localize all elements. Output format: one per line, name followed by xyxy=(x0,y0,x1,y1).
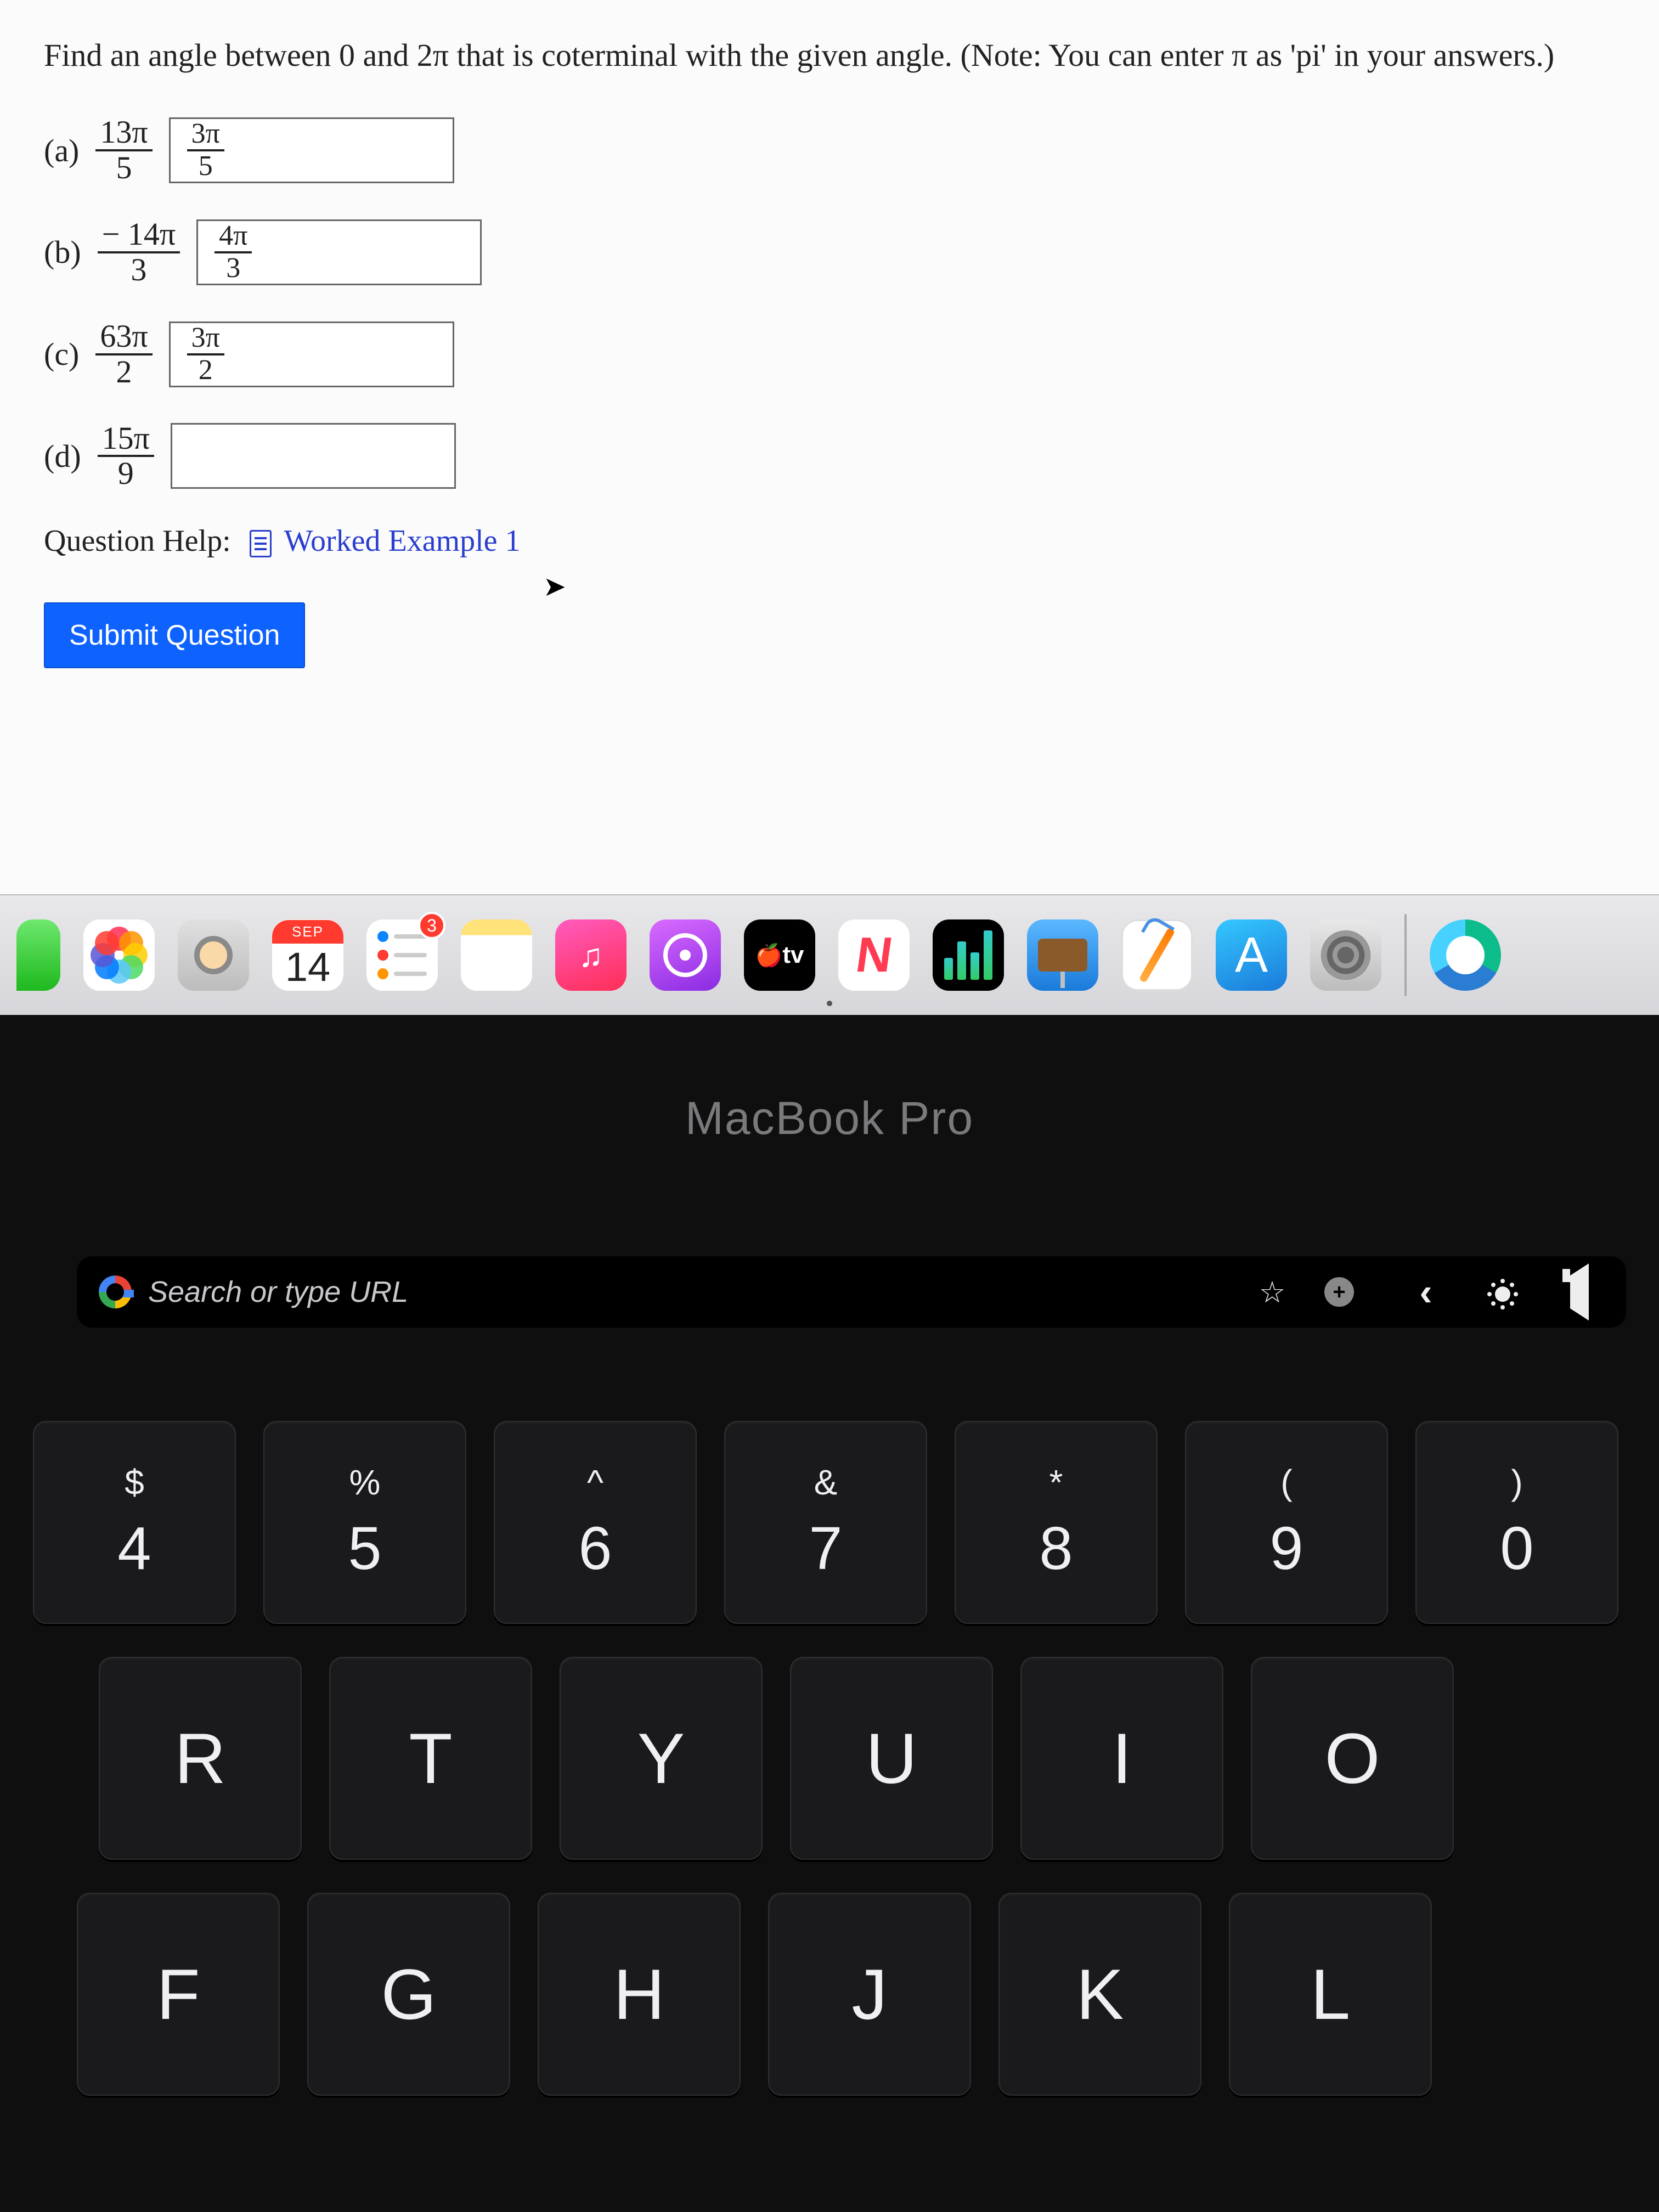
edge-browser-icon[interactable] xyxy=(1430,919,1501,991)
answer-input-a[interactable]: 3π 5 xyxy=(169,117,454,183)
key-t[interactable]: T xyxy=(329,1657,532,1860)
answer-fraction-c: 3π 2 xyxy=(187,323,224,385)
key-j[interactable]: J xyxy=(768,1893,971,2096)
podcasts-icon[interactable] xyxy=(650,919,721,991)
touchbar-search[interactable]: Search or type URL xyxy=(99,1275,1220,1309)
question-prompt: Find an angle between 0 and 2π that is c… xyxy=(44,33,1615,77)
part-label-d: (d) xyxy=(44,438,81,475)
key-y[interactable]: Y xyxy=(560,1657,763,1860)
calendar-month: SEP xyxy=(272,920,343,944)
keynote-icon[interactable] xyxy=(1027,919,1098,991)
cursor-icon: ➤ xyxy=(543,571,566,602)
brightness-icon[interactable] xyxy=(1478,1275,1527,1309)
part-b: (b) − 14π 3 4π 3 xyxy=(44,218,1615,287)
key-5[interactable]: %5 xyxy=(263,1421,466,1624)
macos-dock: SEP 14 3 ♫ 🍎tv N A xyxy=(0,894,1659,1015)
key-f[interactable]: F xyxy=(77,1893,280,2096)
facetime-icon[interactable] xyxy=(16,919,60,991)
browser-content: Find an angle between 0 and 2π that is c… xyxy=(0,0,1659,894)
answer-input-c[interactable]: 3π 2 xyxy=(169,321,454,387)
key-6[interactable]: ^6 xyxy=(494,1421,697,1624)
macbook-pro-label: MacBook Pro xyxy=(0,1092,1659,1145)
question-help-row: Question Help: Worked Example 1 xyxy=(44,523,1615,558)
pages-icon[interactable] xyxy=(1121,919,1193,991)
star-icon[interactable]: ☆ xyxy=(1248,1275,1297,1310)
given-fraction-d: 15π 9 xyxy=(98,422,154,491)
submit-button[interactable]: Submit Question xyxy=(44,602,305,668)
app-store-icon[interactable]: A xyxy=(1216,919,1287,991)
part-a: (a) 13π 5 3π 5 xyxy=(44,116,1615,185)
key-i[interactable]: I xyxy=(1020,1657,1223,1860)
key-u[interactable]: U xyxy=(790,1657,993,1860)
apple-logo-icon: 🍎 xyxy=(755,943,783,968)
gear-icon xyxy=(1321,930,1370,980)
touchbar-search-placeholder: Search or type URL xyxy=(148,1275,408,1309)
given-fraction-b: − 14π 3 xyxy=(98,218,180,287)
answer-input-b[interactable]: 4π 3 xyxy=(196,219,482,285)
system-preferences-icon[interactable] xyxy=(1310,919,1381,991)
running-indicator-icon xyxy=(827,1001,832,1006)
part-d: (d) 15π 9 xyxy=(44,422,1615,491)
answer-fraction-b: 4π 3 xyxy=(215,221,252,283)
key-k[interactable]: K xyxy=(998,1893,1201,2096)
key-r[interactable]: R xyxy=(99,1657,302,1860)
apple-tv-icon[interactable]: 🍎tv xyxy=(744,919,815,991)
part-label-a: (a) xyxy=(44,132,79,169)
notes-icon[interactable] xyxy=(461,919,532,991)
contacts-icon[interactable] xyxy=(178,919,249,991)
given-fraction-c: 63π 2 xyxy=(95,320,152,389)
stocks-icon[interactable] xyxy=(933,919,1004,991)
laptop-body: MacBook Pro Search or type URL ☆ + ‹ $4 … xyxy=(0,1015,1659,2212)
key-h[interactable]: H xyxy=(538,1893,741,2096)
part-label-b: (b) xyxy=(44,234,81,270)
new-tab-button[interactable]: + xyxy=(1324,1277,1374,1307)
key-8[interactable]: *8 xyxy=(955,1421,1158,1624)
key-row-qwerty: R T Y U I O xyxy=(11,1657,1648,1860)
speaker-icon[interactable] xyxy=(1555,1275,1604,1309)
keyboard: $4 %5 ^6 &7 *8 (9 )0 R T Y U I O F G H J… xyxy=(0,1399,1659,2212)
key-l[interactable]: L xyxy=(1229,1893,1432,2096)
help-label: Question Help: xyxy=(44,524,231,558)
key-7[interactable]: &7 xyxy=(724,1421,927,1624)
reminders-badge: 3 xyxy=(418,912,445,939)
reminders-icon[interactable]: 3 xyxy=(366,919,438,991)
music-icon[interactable]: ♫ xyxy=(555,919,627,991)
part-label-c: (c) xyxy=(44,336,79,373)
calendar-icon[interactable]: SEP 14 xyxy=(272,919,343,991)
key-g[interactable]: G xyxy=(307,1893,510,2096)
key-row-asdf: F G H J K L xyxy=(11,1893,1648,2096)
worked-example-link[interactable]: Worked Example 1 xyxy=(284,524,521,558)
photos-icon[interactable] xyxy=(83,919,155,991)
back-icon[interactable]: ‹ xyxy=(1401,1270,1451,1314)
key-row-numbers: $4 %5 ^6 &7 *8 (9 )0 xyxy=(11,1421,1648,1624)
key-9[interactable]: (9 xyxy=(1185,1421,1388,1624)
part-c: (c) 63π 2 3π 2 xyxy=(44,320,1615,389)
news-icon[interactable]: N xyxy=(838,919,910,991)
plus-icon: + xyxy=(1324,1277,1354,1307)
touch-bar: Search or type URL ☆ + ‹ xyxy=(77,1256,1626,1328)
answer-fraction-a: 3π 5 xyxy=(187,119,224,181)
key-o[interactable]: O xyxy=(1251,1657,1454,1860)
key-4[interactable]: $4 xyxy=(33,1421,236,1624)
given-fraction-a: 13π 5 xyxy=(95,116,152,185)
document-icon xyxy=(250,530,272,557)
answer-input-d[interactable] xyxy=(171,423,456,489)
calendar-day: 14 xyxy=(285,944,330,990)
key-0[interactable]: )0 xyxy=(1415,1421,1618,1624)
dock-separator xyxy=(1404,914,1407,996)
google-logo-icon xyxy=(99,1276,132,1308)
